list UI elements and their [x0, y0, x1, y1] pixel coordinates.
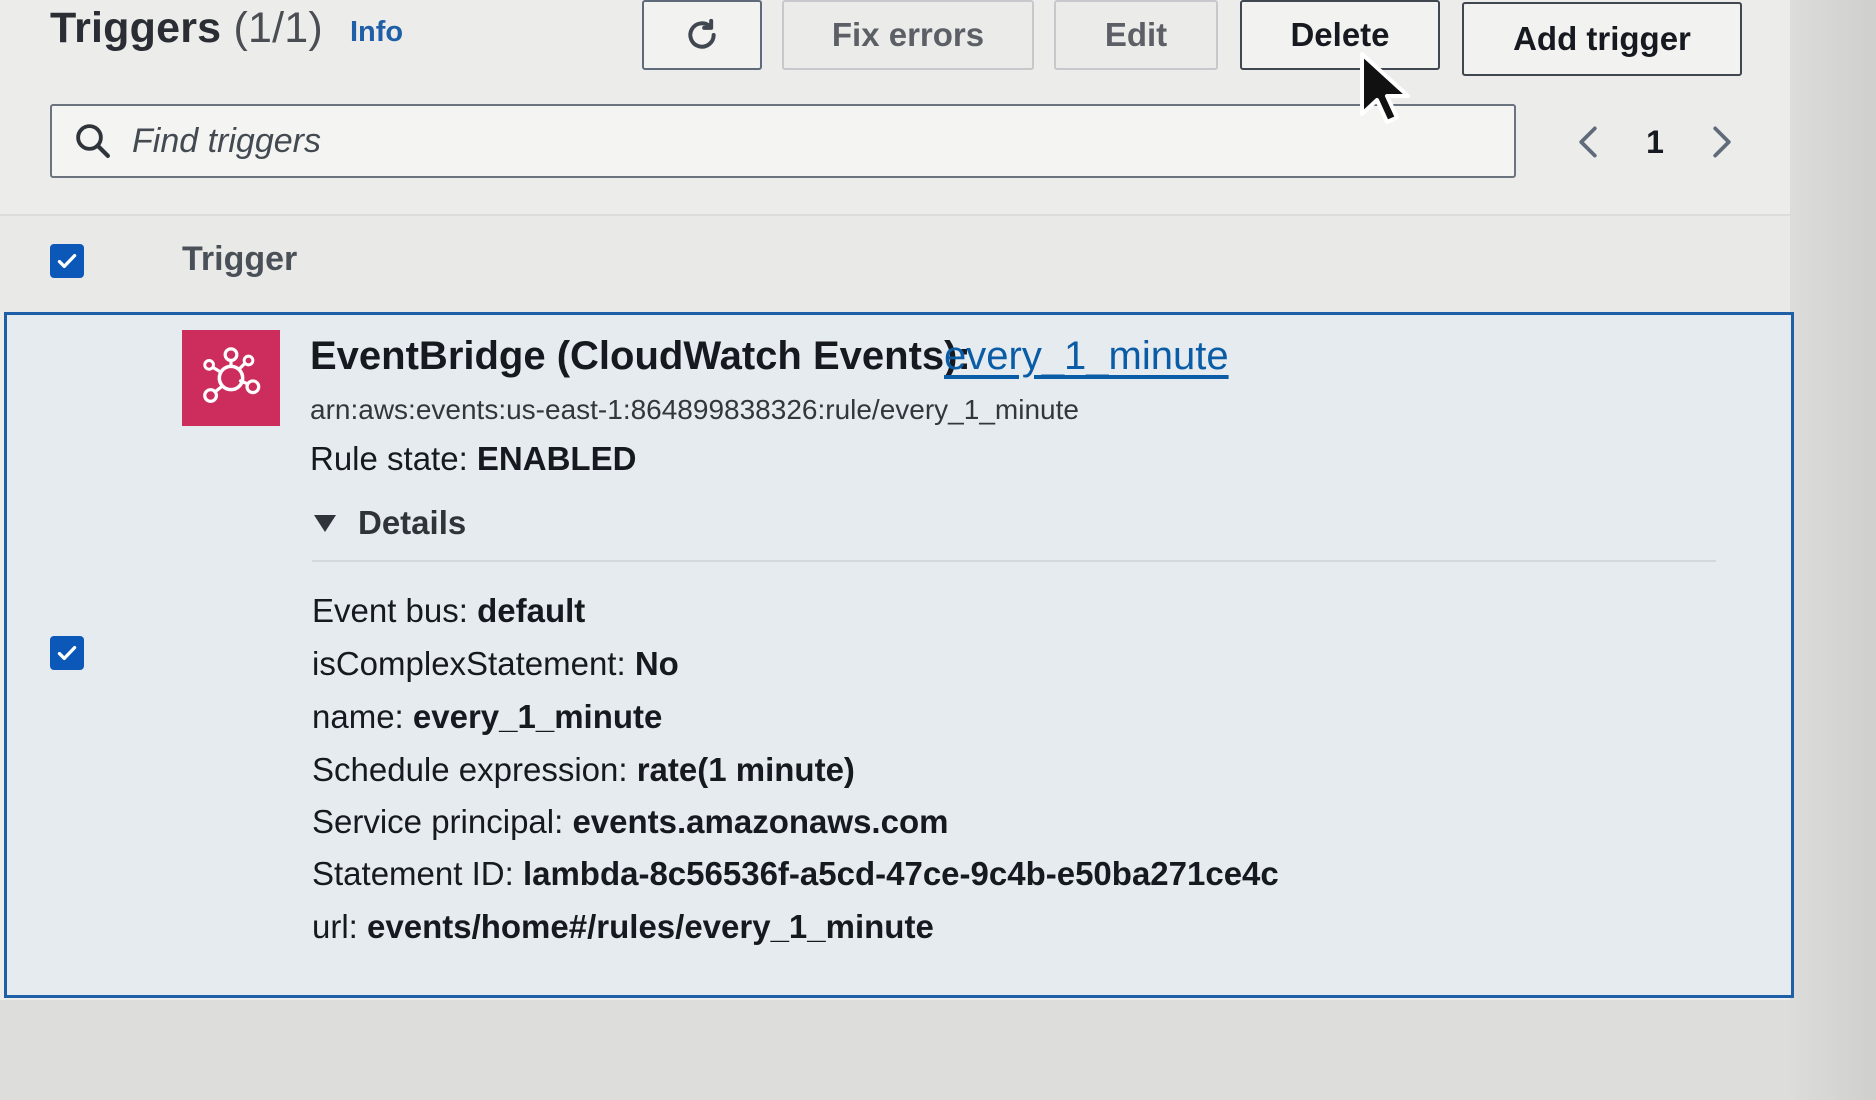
column-header-trigger[interactable]: Trigger	[182, 240, 297, 279]
refresh-button[interactable]	[642, 0, 762, 70]
trigger-count: (1/1)	[233, 4, 323, 52]
next-page-button[interactable]	[1704, 116, 1740, 168]
caret-down-icon	[314, 515, 336, 532]
page-margin	[1790, 0, 1876, 1100]
title-text: Triggers	[50, 4, 222, 52]
checkmark-icon	[57, 645, 77, 661]
previous-page-button[interactable]	[1570, 116, 1606, 168]
add-trigger-button[interactable]: Add trigger	[1462, 2, 1742, 76]
chevron-left-icon	[1579, 126, 1597, 158]
page-title: Triggers (1/1)	[50, 4, 323, 53]
details-label: Details	[358, 504, 467, 541]
page-margin-bottom	[0, 1000, 1790, 1100]
detail-is-complex-statement: isComplexStatement: No	[312, 645, 679, 683]
rule-state: Rule state: ENABLED	[310, 440, 636, 478]
info-link[interactable]: Info	[350, 16, 403, 49]
detail-key: Statement ID:	[312, 855, 514, 892]
trigger-service-name: EventBridge (CloudWatch Events):	[310, 334, 971, 378]
detail-key: Event bus:	[312, 592, 468, 629]
rule-name-link[interactable]: every_1_minute	[944, 334, 1229, 379]
detail-key: Service principal:	[312, 803, 564, 840]
search-input[interactable]	[130, 120, 1434, 162]
details-divider	[312, 560, 1716, 562]
detail-value: default	[477, 592, 586, 629]
mouse-pointer-icon	[1360, 52, 1410, 124]
detail-value: No	[634, 645, 679, 682]
detail-key: isComplexStatement:	[312, 645, 626, 682]
pagination: 1	[1570, 116, 1740, 168]
edit-button[interactable]: Edit	[1054, 0, 1218, 70]
detail-service-principal: Service principal: events.amazonaws.com	[312, 803, 948, 841]
detail-value: every_1_minute	[412, 698, 663, 735]
search-box[interactable]	[50, 104, 1516, 178]
detail-event-bus: Event bus: default	[312, 592, 585, 630]
current-page[interactable]: 1	[1646, 124, 1664, 161]
detail-schedule-expression: Schedule expression: rate(1 minute)	[312, 751, 855, 789]
details-expander[interactable]: Details	[312, 504, 466, 542]
refresh-icon	[688, 18, 716, 49]
detail-value: lambda-8c56536f-a5cd-47ce-9c4b-e50ba271c…	[522, 855, 1279, 892]
detail-key: name:	[312, 698, 404, 735]
detail-value: rate(1 minute)	[636, 751, 855, 788]
detail-statement-id: Statement ID: lambda-8c56536f-a5cd-47ce-…	[312, 855, 1279, 893]
detail-value: events.amazonaws.com	[572, 803, 949, 840]
eventbridge-icon	[182, 330, 280, 426]
fix-errors-button[interactable]: Fix errors	[782, 0, 1034, 70]
rule-state-label: Rule state:	[310, 440, 468, 477]
detail-key: url:	[312, 908, 358, 945]
detail-url: url: events/home#/rules/every_1_minute	[312, 908, 934, 946]
trigger-arn: arn:aws:events:us-east-1:864899838326:ru…	[310, 394, 1079, 425]
chevron-right-icon	[1713, 126, 1731, 158]
row-checkbox[interactable]	[50, 636, 84, 670]
checkmark-icon	[57, 253, 77, 269]
rule-state-value: ENABLED	[476, 440, 637, 477]
detail-value: events/home#/rules/every_1_minute	[367, 908, 934, 945]
search-icon	[76, 124, 110, 158]
select-all-checkbox[interactable]	[50, 244, 84, 278]
detail-key: Schedule expression:	[312, 751, 628, 788]
detail-name: name: every_1_minute	[312, 698, 662, 736]
